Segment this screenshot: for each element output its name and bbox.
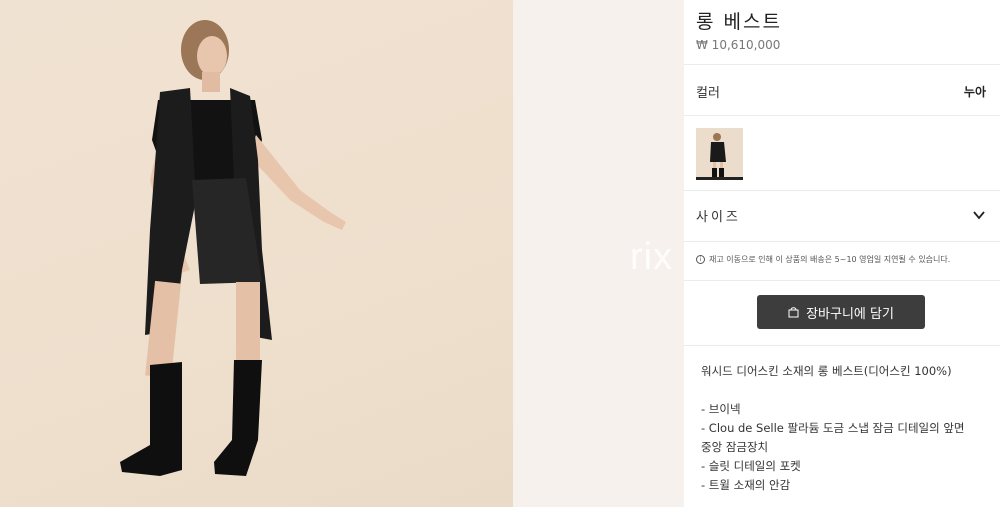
shopping-bag-icon: [788, 307, 799, 318]
description-intro: 워시드 디어스킨 소재의 롱 베스트(디어스킨 100%): [701, 364, 952, 378]
size-label: 사이즈: [696, 210, 741, 225]
description-bullet: - 슬릿 디테일의 포켓: [701, 459, 801, 473]
color-value: 누아: [963, 85, 986, 99]
divider: [684, 241, 1000, 242]
description-bullet: - 브이넥: [701, 402, 741, 416]
description-bullet: - Clou de Selle 팔라듐 도금 스냅 잠금 디테일의 앞면: [701, 421, 965, 435]
thumbnail-model-icon: [710, 133, 726, 177]
divider: [684, 190, 1000, 191]
divider: [684, 280, 1000, 281]
product-image[interactable]: [0, 0, 513, 507]
divider: [684, 115, 1000, 116]
product-title: 롱 베스트: [696, 11, 782, 33]
chevron-down-icon: [973, 211, 985, 220]
watermark-text: rix: [630, 236, 674, 278]
notice-text: 재고 이동으로 인해 이 상품의 배송은 5~10 영업일 지연될 수 있습니다…: [709, 255, 951, 264]
model-photo: [120, 20, 346, 476]
description-bullet: 중앙 잠금장치: [701, 440, 769, 454]
divider: [684, 345, 1000, 346]
product-price: ₩ 10,610,000: [696, 38, 781, 52]
color-label: 컬러: [696, 86, 720, 101]
info-icon: i: [696, 255, 705, 264]
add-to-cart-label: 장바구니에 담기: [806, 306, 894, 322]
product-detail-panel: 롱 베스트 ₩ 10,610,000 컬러 누아 사이즈 i 재고 이동으로 인…: [684, 0, 1000, 507]
product-description: 워시드 디어스킨 소재의 롱 베스트(디어스킨 100%) - 브이넥 - Cl…: [701, 362, 965, 495]
divider: [684, 64, 1000, 65]
stock-notice: i 재고 이동으로 인해 이 상품의 배송은 5~10 영업일 지연될 수 있습…: [696, 254, 950, 265]
description-bullet: - 트윌 소재의 안감: [701, 478, 791, 492]
add-to-cart-button[interactable]: 장바구니에 담기: [757, 295, 925, 329]
color-swatch-thumbnail[interactable]: [696, 128, 743, 180]
